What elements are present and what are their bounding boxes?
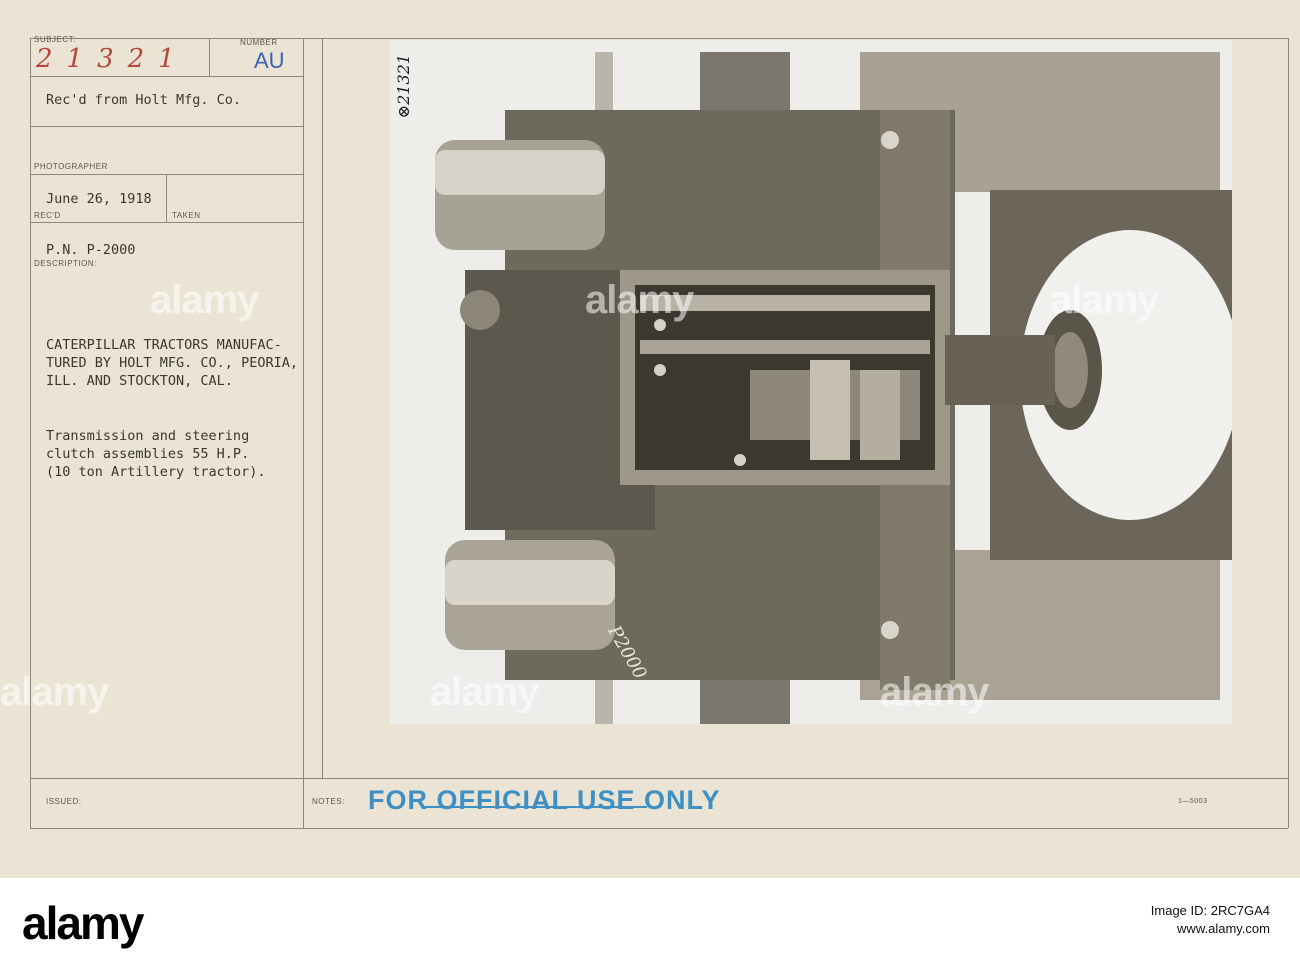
stamp-strikethrough (425, 806, 647, 808)
rule-photo-frame-top (322, 38, 1288, 39)
rule-subject-number (209, 38, 210, 76)
description-line: TURED BY HOLT MFG. CO., PEORIA, (46, 355, 298, 371)
site-url: www.alamy.com (1177, 921, 1270, 936)
number-value: AU (254, 48, 285, 73)
record-card: SUBJECT: 21321 NUMBER AU Rec'd from Holt… (0, 0, 1300, 878)
date-text: June 26, 1918 (46, 191, 152, 207)
rule-bottom (30, 828, 1288, 829)
pn-text: P.N. P-2000 (46, 242, 136, 258)
official-use-stamp: FOR OFFICIAL USE ONLY (368, 785, 721, 815)
watermark-alamy: alamy (430, 670, 539, 714)
rule-col-split (303, 38, 304, 828)
source-text: Rec'd from Holt Mfg. Co. (46, 92, 242, 108)
rule-col-right (1288, 38, 1289, 828)
notes-label: NOTES: (312, 797, 345, 806)
taken-label: TAKEN (172, 211, 201, 220)
caption-line: Transmission and steering (46, 428, 250, 444)
form-number: 1—5003 (1178, 798, 1208, 805)
subject-label: SUBJECT: (34, 35, 76, 44)
description-line: ILL. AND STOCKTON, CAL. (46, 373, 233, 389)
photo-corner-number: ⊗21321 (394, 54, 413, 119)
watermark-alamy: alamy (585, 278, 694, 322)
image-id-block: Image ID: 2RC7GA4 www.alamy.com (1151, 902, 1270, 938)
subject-value: 21321 (36, 44, 189, 74)
rule-row-1 (30, 76, 303, 77)
watermark-alamy: alamy (150, 278, 259, 322)
photographer-label: PHOTOGRAPHER (34, 162, 108, 171)
stock-footer: alamy Image ID: 2RC7GA4 www.alamy.com (0, 878, 1300, 966)
watermark-alamy: alamy (1050, 278, 1159, 322)
caption-line: clutch assemblies 55 H.P. (46, 446, 250, 462)
tractor-transmission-photo: ⊗21321 P2000 (390, 40, 1232, 724)
watermark-alamy: alamy (0, 670, 109, 714)
transmission-illustration (390, 40, 1232, 724)
rule-row-2 (30, 126, 303, 127)
watermark-alamy: alamy (880, 670, 989, 714)
rule-row-4 (30, 222, 303, 223)
description-line: CATERPILLAR TRACTORS MANUFAC- (46, 337, 282, 353)
rule-notes (30, 778, 1288, 779)
description-label: DESCRIPTION: (34, 259, 97, 268)
rule-date-split (166, 174, 167, 222)
rule-photo-frame-left (322, 38, 323, 778)
image-id: Image ID: 2RC7GA4 (1150, 903, 1270, 918)
number-label: NUMBER (240, 38, 278, 47)
caption-line: (10 ton Artillery tractor). (46, 464, 266, 480)
alamy-logo: alamy (22, 897, 144, 949)
issued-label: ISSUED: (46, 797, 82, 806)
recd-label: REC'D (34, 211, 61, 220)
